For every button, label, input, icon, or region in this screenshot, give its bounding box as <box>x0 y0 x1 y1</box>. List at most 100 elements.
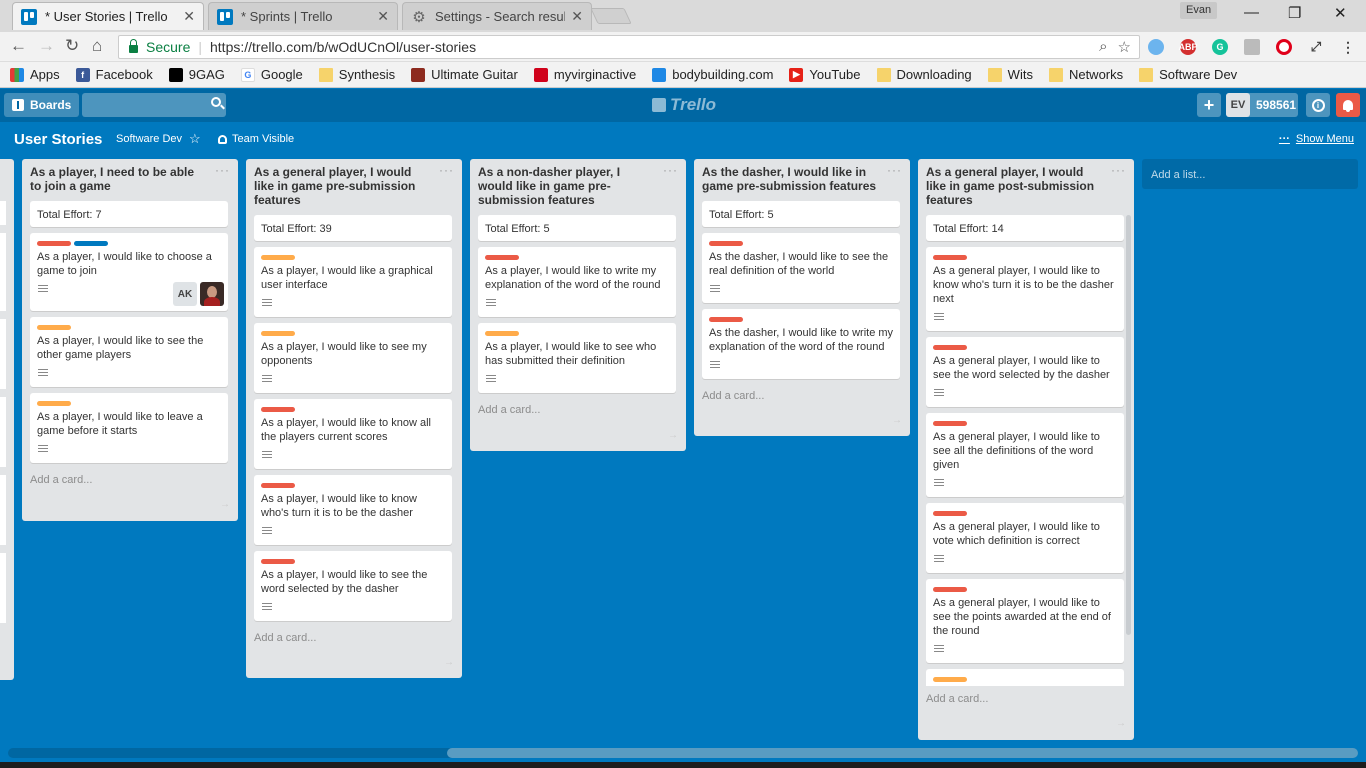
visibility-button[interactable]: Team Visible <box>218 133 294 145</box>
bookmark-synthesis[interactable]: Synthesis <box>318 67 395 82</box>
list-item[interactable]: As a player, I would like to see my oppo… <box>254 323 452 393</box>
profile-name[interactable]: Evan <box>1180 2 1218 19</box>
onedrive-icon[interactable] <box>1148 39 1164 55</box>
add-card-button[interactable]: Add a card... <box>926 693 988 705</box>
home-icon[interactable]: ⌂ <box>92 36 102 56</box>
add-list-button[interactable]: Add a list... <box>1142 159 1358 189</box>
bookmark-youtube[interactable]: ▶ YouTube <box>789 67 861 82</box>
bookmark-networks[interactable]: Networks <box>1048 67 1123 82</box>
list-item[interactable]: As a player, I would like to know who's … <box>254 475 452 545</box>
list-item[interactable]: As a general player, I would like to vot… <box>926 503 1124 573</box>
adblock-plus-icon[interactable]: ABP <box>1179 39 1198 55</box>
avatar[interactable] <box>200 282 224 306</box>
close-icon[interactable]: ✕ <box>183 8 195 25</box>
list-item[interactable]: As a general player, I would like to kno… <box>926 247 1124 331</box>
add-card-button[interactable]: Add a card... <box>702 390 764 402</box>
board-team[interactable]: Software Dev <box>116 133 182 145</box>
list-item[interactable]: As a player, I would like to see the wor… <box>254 551 452 621</box>
pdf-icon[interactable] <box>1244 39 1260 55</box>
trello-logo[interactable]: Trello <box>652 95 716 115</box>
bookmark-myvirginactive[interactable]: myvirginactive <box>533 67 636 82</box>
add-card-button[interactable]: Add a card... <box>478 404 540 416</box>
bookmark-label: Apps <box>30 67 60 82</box>
add-button[interactable]: + <box>1197 93 1221 117</box>
reload-icon[interactable]: ↻ <box>65 36 79 56</box>
info-button[interactable]: i <box>1306 93 1330 117</box>
bookmark-downloading[interactable]: Downloading <box>876 67 972 82</box>
list-item[interactable]: As a general player, I would like to see… <box>926 579 1124 663</box>
list-item[interactable] <box>926 669 1124 686</box>
bookmark-ultimate-guitar[interactable]: Ultimate Guitar <box>411 67 518 82</box>
list-item[interactable]: As the dasher, I would like to see the r… <box>702 233 900 303</box>
list-title[interactable]: As a non-dasher player, I would like in … <box>478 165 654 207</box>
list-title[interactable]: As a general player, I would like in gam… <box>254 165 430 207</box>
list-item[interactable]: Total Effort: 39 <box>254 215 452 241</box>
member-menu-button[interactable]: EV 598561 <box>1226 93 1298 117</box>
list-pre-submission-general[interactable]: As a general player, I would like in gam… <box>246 159 462 678</box>
list-title[interactable]: As a player, I need to be able to join a… <box>30 165 206 193</box>
notifications-button[interactable] <box>1336 93 1360 117</box>
address-bar[interactable]: Secure | https://trello.com/b/wOdUCnOl/u… <box>118 35 1140 59</box>
bookmark-bodybuilding[interactable]: bodybuilding.com <box>652 67 773 82</box>
list-item[interactable]: Total Effort: 14 <box>926 215 1124 241</box>
grammarly-icon[interactable]: G <box>1212 39 1228 55</box>
list-item[interactable]: As a player, I would like to write my ex… <box>478 247 676 317</box>
bookmark-software-dev[interactable]: Software Dev <box>1139 67 1237 82</box>
bookmark-9gag[interactable]: 9GAG <box>168 67 225 82</box>
bookmark-facebook[interactable]: f Facebook <box>75 67 153 82</box>
zoom-icon[interactable]: ⌕ <box>1099 38 1107 56</box>
boards-button[interactable]: Boards <box>4 93 80 117</box>
list-scrollbar[interactable] <box>1126 215 1131 635</box>
list-item[interactable]: Total Effort: 7 <box>30 201 228 227</box>
list-menu-icon[interactable]: ··· <box>887 163 902 177</box>
bookmark-google[interactable]: G Google <box>240 67 303 82</box>
back-icon[interactable]: ← <box>10 36 27 56</box>
new-tab-button[interactable] <box>590 8 632 24</box>
avatar[interactable]: AK <box>173 282 197 306</box>
list-pre-submission-non-dasher[interactable]: As a non-dasher player, I would like in … <box>470 159 686 451</box>
board-scrollbar-thumb[interactable] <box>447 748 1358 758</box>
list-item[interactable]: As the dasher, I would like to write my … <box>702 309 900 379</box>
list-menu-icon[interactable]: ··· <box>663 163 678 177</box>
close-window-icon[interactable]: ✕ <box>1334 4 1347 22</box>
expand-icon[interactable]: ⤢ <box>1308 39 1324 55</box>
list-menu-icon[interactable]: ··· <box>439 163 454 177</box>
show-menu-button[interactable]: ··· Show Menu <box>1279 133 1354 145</box>
list-item[interactable]: Total Effort: 5 <box>478 215 676 241</box>
opera-icon[interactable] <box>1276 39 1292 55</box>
add-card-button[interactable]: Add a card... <box>254 632 316 644</box>
list-menu-icon[interactable]: ··· <box>215 163 230 177</box>
bookmark-wits[interactable]: Wits <box>987 67 1033 82</box>
tab-settings[interactable]: ⚙ Settings - Search results ✕ <box>402 2 592 30</box>
list-title[interactable]: As the dasher, I would like in game pre-… <box>702 165 878 193</box>
restore-icon[interactable]: ❐ <box>1288 4 1301 22</box>
list-item[interactable]: As a player, I would like to see who has… <box>478 323 676 393</box>
list-item[interactable]: As a player, I would like to see the oth… <box>30 317 228 387</box>
url-text[interactable]: https://trello.com/b/wOdUCnOl/user-stori… <box>210 39 476 55</box>
chrome-menu-icon[interactable]: ⋮ <box>1340 39 1356 55</box>
list-item[interactable]: As a player, I would like a graphical us… <box>254 247 452 317</box>
list-item[interactable]: As a player, I would like to leave a gam… <box>30 393 228 463</box>
add-card-button[interactable]: Add a card... <box>30 474 92 486</box>
tab-sprints[interactable]: * Sprints | Trello ✕ <box>208 2 398 30</box>
close-icon[interactable]: ✕ <box>377 8 389 25</box>
tab-user-stories[interactable]: * User Stories | Trello ✕ <box>12 2 204 30</box>
forward-icon[interactable]: → <box>38 36 55 56</box>
list-item[interactable]: As a general player, I would like to see… <box>926 337 1124 407</box>
star-icon[interactable]: ☆ <box>189 131 201 147</box>
list-item[interactable]: Total Effort: 5 <box>702 201 900 227</box>
list-post-submission-general[interactable]: As a general player, I would like in gam… <box>918 159 1134 740</box>
bookmark-star-icon[interactable]: ☆ <box>1118 38 1131 56</box>
bookmark-apps[interactable]: Apps <box>10 67 60 82</box>
minimize-icon[interactable]: — <box>1244 4 1259 21</box>
list-item[interactable]: As a player, I would like to choose a ga… <box>30 233 228 311</box>
list-pre-submission-dasher[interactable]: As the dasher, I would like in game pre-… <box>694 159 910 436</box>
board-title[interactable]: User Stories <box>14 131 102 148</box>
list-join-game[interactable]: As a player, I need to be able to join a… <box>22 159 238 521</box>
search-input[interactable] <box>82 93 226 117</box>
list-item[interactable]: As a general player, I would like to see… <box>926 413 1124 497</box>
search-icon[interactable] <box>211 97 221 107</box>
card-title: As the dasher, I would like to see the r… <box>709 251 889 277</box>
close-icon[interactable]: ✕ <box>571 8 583 25</box>
list-item[interactable]: As a player, I would like to know all th… <box>254 399 452 469</box>
